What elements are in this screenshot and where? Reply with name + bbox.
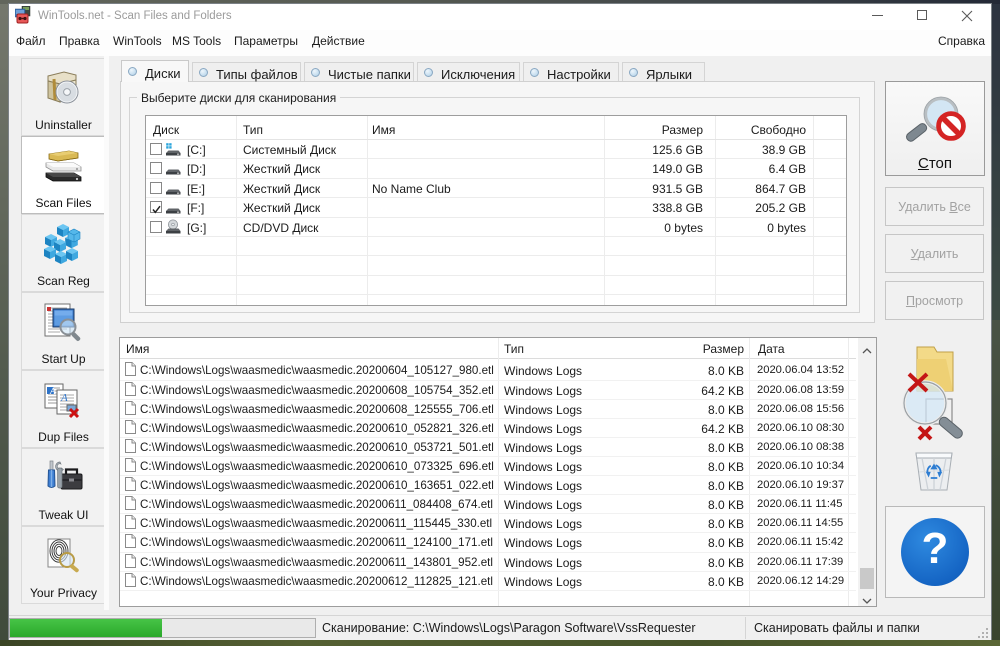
svg-text:A: A xyxy=(49,386,56,396)
svg-text:A: A xyxy=(60,392,68,404)
